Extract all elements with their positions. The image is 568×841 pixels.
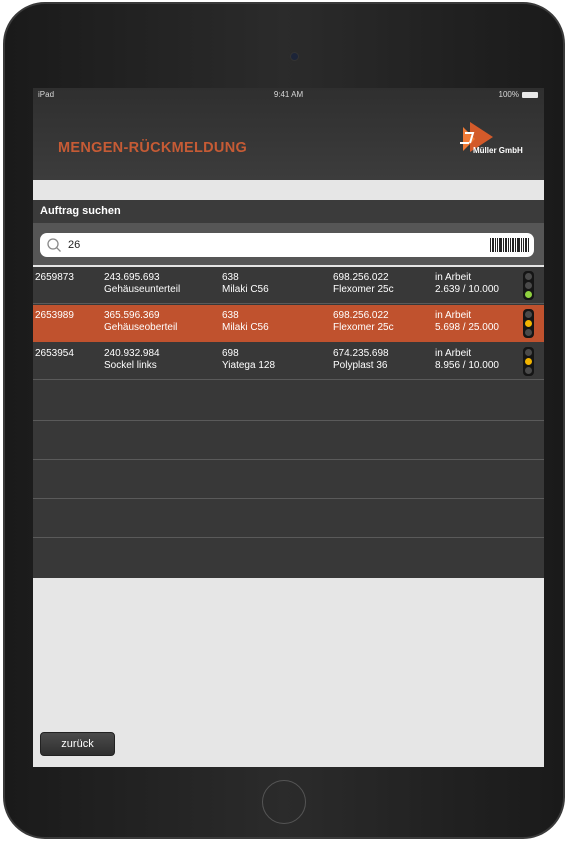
empty-row xyxy=(33,499,544,538)
search-icon xyxy=(47,238,61,252)
home-button[interactable] xyxy=(262,780,306,824)
quantity-progress: 5.698 / 25.000 xyxy=(435,322,499,333)
battery-status: 100% xyxy=(499,90,538,99)
back-button[interactable]: zurück xyxy=(40,732,115,756)
search-input[interactable] xyxy=(68,235,478,255)
operation-number: 698 xyxy=(222,348,239,359)
traffic-light-icon xyxy=(523,271,534,300)
order-number: 2653954 xyxy=(35,348,74,359)
status-text: in Arbeit xyxy=(435,272,472,283)
search-section-header: Auftrag suchen xyxy=(33,200,544,223)
quantity-progress: 2.639 / 10.000 xyxy=(435,284,499,295)
material-name: Flexomer 25c xyxy=(333,284,394,295)
company-name: Müller GmbH xyxy=(473,146,523,155)
search-bar xyxy=(33,223,544,265)
battery-percent: 100% xyxy=(498,90,519,99)
quantity-progress: 8.956 / 10.000 xyxy=(435,360,499,371)
status-text: in Arbeit xyxy=(435,310,472,321)
material-cell: 674.235.698 Polyplast 36 xyxy=(333,348,389,372)
app-screen: iPad 9:41 AM 100% MENGEN-RÜCKMELDUNG Mül… xyxy=(33,88,544,767)
table-row-selected[interactable]: 2653989 365.596.369 Gehäuseoberteil 638 Mi… xyxy=(33,305,544,342)
material-cell: 698.256.022 Flexomer 25c xyxy=(333,272,394,296)
article-name: Gehäuseoberteil xyxy=(104,322,178,333)
machine-name: Milaki C56 xyxy=(222,322,269,333)
material-name: Flexomer 25c xyxy=(333,322,394,333)
machine-name: Yiatega 128 xyxy=(222,360,276,371)
status-text: in Arbeit xyxy=(435,348,472,359)
traffic-light-icon xyxy=(523,309,534,338)
status-cell: in Arbeit 2.639 / 10.000 xyxy=(435,272,499,296)
empty-row xyxy=(33,421,544,460)
article-cell: 365.596.369 Gehäuseoberteil xyxy=(104,310,177,334)
machine-cell: 638 Milaki C56 xyxy=(222,272,269,296)
status-bar: iPad 9:41 AM 100% xyxy=(33,88,544,102)
article-cell: 243.695.693 Gehäuseunterteil xyxy=(104,272,180,296)
battery-icon xyxy=(522,91,538,98)
empty-row xyxy=(33,382,544,421)
article-name: Sockel links xyxy=(104,360,157,371)
material-cell: 698.256.022 Flexomer 25c xyxy=(333,310,394,334)
material-number: 674.235.698 xyxy=(333,348,389,359)
article-cell: 240.932.984 Sockel links xyxy=(104,348,160,372)
article-number: 240.932.984 xyxy=(104,348,160,359)
article-name: Gehäuseunterteil xyxy=(104,284,181,295)
company-logo-icon xyxy=(460,122,493,152)
machine-cell: 638 Milaki C56 xyxy=(222,310,269,334)
material-number: 698.256.022 xyxy=(333,272,389,283)
status-time: 9:41 AM xyxy=(273,90,304,99)
order-number: 2653989 xyxy=(35,310,74,321)
operation-number: 638 xyxy=(222,272,239,283)
order-list: 2659873 243.695.693 Gehäuseunterteil 638 M… xyxy=(33,267,544,578)
barcode-icon[interactable] xyxy=(490,238,530,252)
article-number: 243.695.693 xyxy=(104,272,160,283)
material-name: Polyplast 36 xyxy=(333,360,388,371)
empty-row xyxy=(33,538,544,578)
app-header: iPad 9:41 AM 100% MENGEN-RÜCKMELDUNG Mül… xyxy=(33,88,544,180)
status-cell: in Arbeit 8.956 / 10.000 xyxy=(435,348,499,372)
table-row[interactable]: 2659873 243.695.693 Gehäuseunterteil 638 M… xyxy=(33,267,544,304)
machine-name: Milaki C56 xyxy=(222,284,269,295)
page-title: MENGEN-RÜCKMELDUNG xyxy=(58,140,248,156)
section-title: Auftrag suchen xyxy=(40,205,121,217)
status-cell: in Arbeit 5.698 / 25.000 xyxy=(435,310,499,334)
operation-number: 638 xyxy=(222,310,239,321)
article-number: 365.596.369 xyxy=(104,310,160,321)
empty-row xyxy=(33,460,544,499)
material-number: 698.256.022 xyxy=(333,310,389,321)
traffic-light-icon xyxy=(523,347,534,376)
search-field[interactable] xyxy=(40,233,534,257)
camera-icon xyxy=(290,52,299,61)
machine-cell: 698 Yiatega 128 xyxy=(222,348,275,372)
order-number: 2659873 xyxy=(35,272,74,283)
table-row[interactable]: 2653954 240.932.984 Sockel links 698 Yiate… xyxy=(33,343,544,380)
